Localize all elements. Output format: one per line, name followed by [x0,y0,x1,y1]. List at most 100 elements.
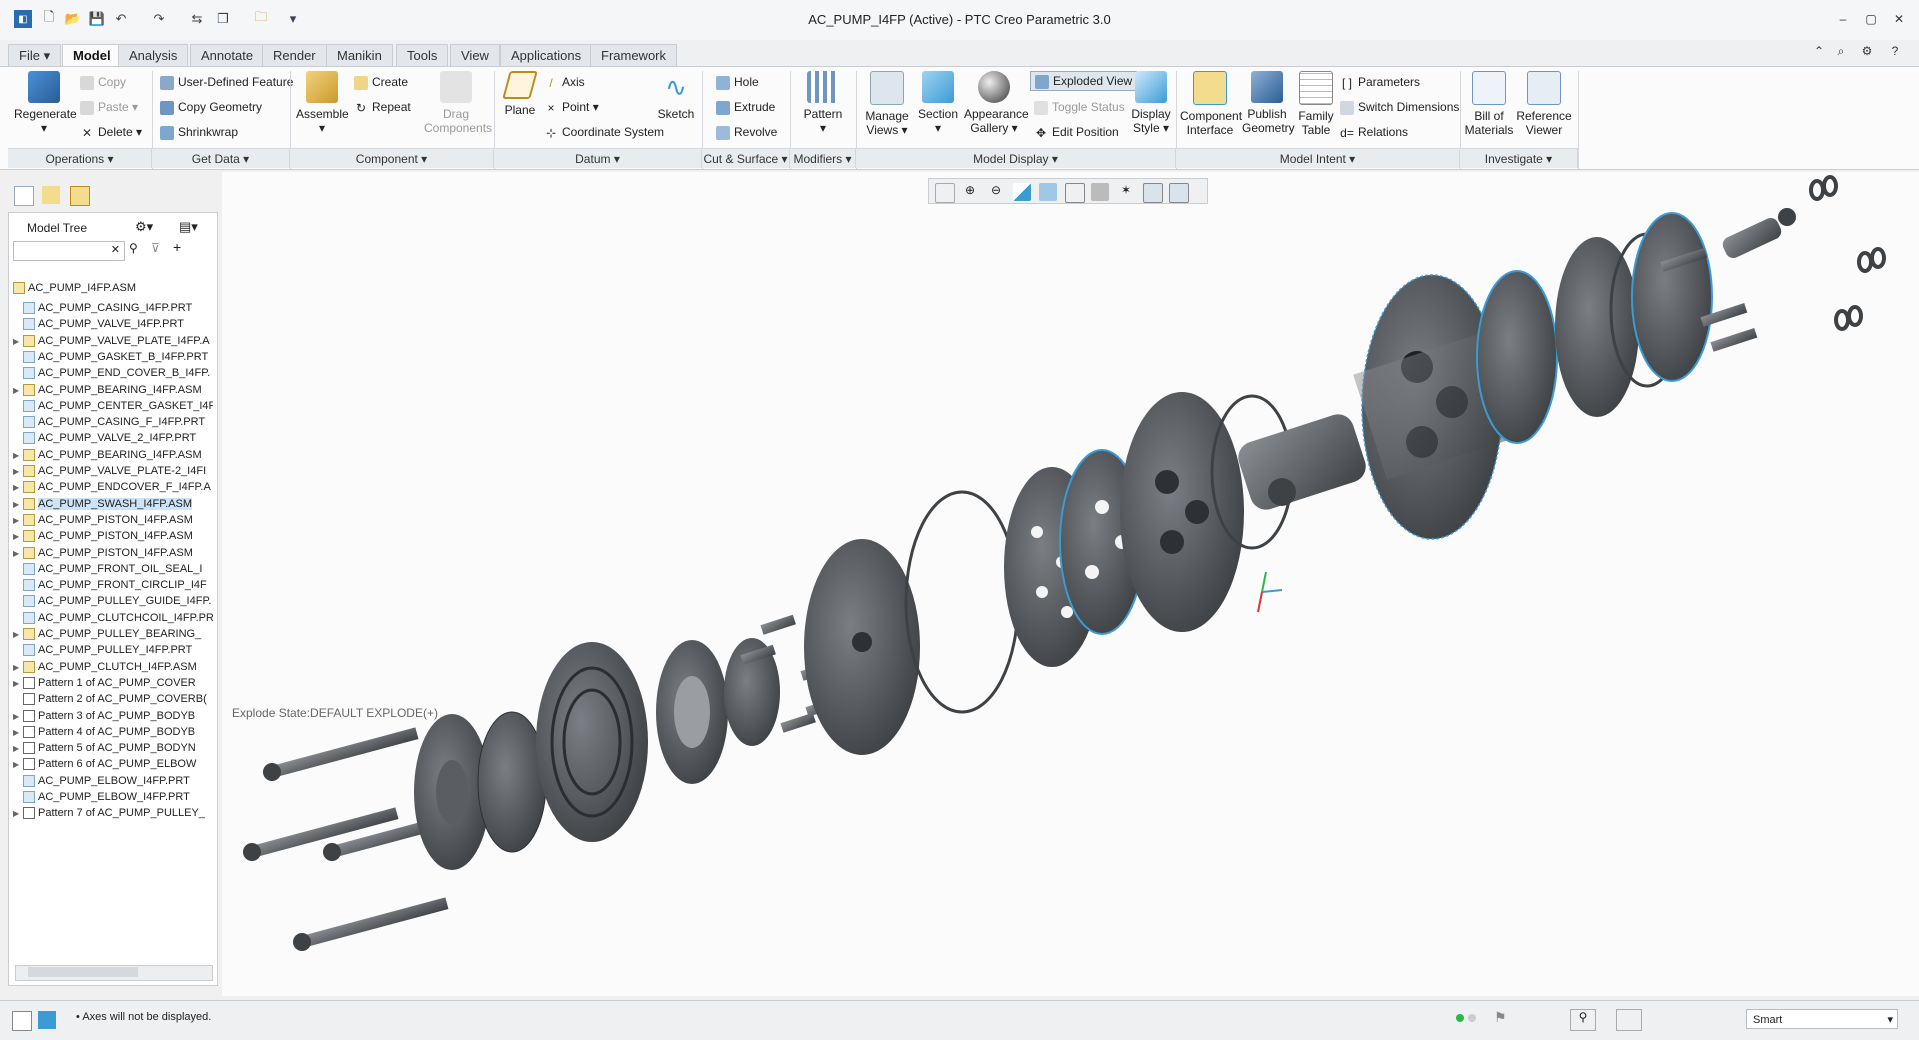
favorites-tab-icon[interactable] [70,186,90,206]
exploded-assembly-view[interactable] [222,172,1919,996]
collapse-ribbon-icon[interactable]: ⌃ [1808,44,1830,60]
exploded-view-button[interactable]: Exploded View [1030,71,1138,91]
refit-icon[interactable] [935,183,955,203]
settings-icon[interactable]: ⚙ [1856,44,1878,60]
create-button[interactable]: Create [354,73,408,91]
tree-item[interactable]: ▶ Pattern 4 of AC_PUMP_BODYB [13,723,213,741]
tab-model[interactable]: Model [62,44,122,66]
group-model-intent[interactable]: Model Intent ▾ [1176,148,1460,168]
switch-dimensions-button[interactable]: Switch Dimensions [1340,98,1459,116]
tree-item[interactable]: ▶ AC_PUMP_CLUTCH_I4FP.ASM [13,658,213,676]
tree-item[interactable]: AC_PUMP_GASKET_B_I4FP.PRT [13,348,213,366]
tree-item[interactable]: Pattern 2 of AC_PUMP_COVERB( [13,690,213,708]
manage-views-button[interactable]: Manage Views ▾ [862,71,912,137]
search-icon[interactable]: ⌕ [1830,44,1852,60]
tree-item[interactable]: ▶ Pattern 1 of AC_PUMP_COVER [13,674,213,692]
tree-item[interactable]: ▶ Pattern 6 of AC_PUMP_ELBOW [13,755,213,773]
graphics-area[interactable]: Explode State:DEFAULT EXPLODE(+) [222,172,1919,996]
tree-horizontal-scrollbar[interactable] [15,965,213,981]
tree-item[interactable]: AC_PUMP_CLUTCHCOIL_I4FP.PR [13,609,213,627]
parameters-button[interactable]: [ ] Parameters [1340,73,1420,91]
coordinate-system-button[interactable]: ⊹ Coordinate System [544,123,664,141]
tree-item[interactable]: AC_PUMP_CASING_F_I4FP.PRT [13,413,213,431]
tree-item[interactable]: AC_PUMP_ELBOW_I4FP.PRT [13,788,213,806]
close-icon[interactable]: ✕ [1888,12,1910,28]
filter-icon[interactable]: ⊽ [151,241,160,255]
revolve-button[interactable]: Revolve [716,123,777,141]
tree-item[interactable]: AC_PUMP_PULLEY_GUIDE_I4FP. [13,592,213,610]
elbow-fittings-group[interactable] [1720,208,1796,261]
minimize-icon[interactable]: – [1832,12,1854,28]
reference-viewer-button[interactable]: Reference Viewer [1516,71,1572,137]
tree-search-input[interactable] [14,242,106,258]
tree-item[interactable]: AC_PUMP_FRONT_CIRCLIP_I4F [13,576,213,594]
hole-button[interactable]: Hole [716,73,759,91]
tab-annotate[interactable]: Annotate [190,44,265,66]
o-rings-group[interactable] [1809,175,1886,331]
group-component[interactable]: Component ▾ [290,148,494,168]
tree-item[interactable]: ▶ AC_PUMP_BEARING_I4FP.ASM [13,446,213,464]
repaint-icon[interactable] [1013,183,1031,201]
tree-item[interactable]: ▶ AC_PUMP_PULLEY_BEARING_ [13,625,213,643]
component-interface-button[interactable]: Component Interface [1180,71,1242,137]
edit-position-button[interactable]: ✥ Edit Position [1034,123,1119,141]
group-operations[interactable]: Operations ▾ [8,148,152,168]
tab-framework[interactable]: Framework [590,44,678,66]
swash-plate-assembly[interactable] [1234,410,1370,514]
toggle-browser-icon[interactable] [38,1011,56,1029]
drag-components-button[interactable]: Drag Components [424,71,492,135]
point-button[interactable]: × Point ▾ [544,98,598,116]
tree-item[interactable]: ▶ AC_PUMP_SWASH_I4FP.ASM [13,495,213,513]
find-icon[interactable]: ⚲ [1570,1009,1596,1031]
group-investigate[interactable]: Investigate ▾ [1460,148,1578,168]
axis-button[interactable]: / Axis [544,73,584,91]
delete-button[interactable]: ✕ Delete ▾ [80,123,142,141]
tree-item[interactable]: AC_PUMP_FRONT_OIL_SEAL_I [13,560,213,578]
group-datum[interactable]: Datum ▾ [494,148,702,168]
saved-orientations-icon[interactable] [1065,183,1085,203]
tree-item[interactable]: ▶ Pattern 7 of AC_PUMP_PULLEY_ [13,804,213,822]
tab-tools[interactable]: Tools [396,44,449,66]
datum-display-icon[interactable]: ✶ [1117,183,1135,201]
display-style-icon[interactable] [1039,183,1057,201]
tree-item[interactable]: ▶ AC_PUMP_PISTON_I4FP.ASM [13,527,213,545]
relations-button[interactable]: d= Relations [1340,123,1408,141]
sketch-button[interactable]: ∿ Sketch [656,71,696,121]
tree-item[interactable]: ▶ AC_PUMP_VALVE_PLATE-2_I4FI [13,462,213,480]
group-modifiers[interactable]: Modifiers ▾ [790,148,856,168]
repeat-button[interactable]: ↻ Repeat [354,98,411,116]
publish-geometry-button[interactable]: Publish Geometry [1242,71,1295,135]
group-get-data[interactable]: Get Data ▾ [152,148,290,168]
tree-item[interactable]: AC_PUMP_CASING_I4FP.PRT [13,299,213,317]
pattern-button[interactable]: Pattern ▾ [800,71,846,135]
tree-item[interactable]: ▶ AC_PUMP_VALVE_PLATE_I4FP.A [13,332,213,350]
section-button[interactable]: Section ▾ [916,71,960,135]
group-cut-surface[interactable]: Cut & Surface ▾ [702,148,790,168]
display-style-button[interactable]: Display Style ▾ [1130,71,1172,135]
tree-item[interactable]: ▶ Pattern 5 of AC_PUMP_BODYN [13,739,213,757]
tab-view[interactable]: View [450,44,500,66]
find-binoculars-icon[interactable]: ⚲ [129,241,138,255]
family-table-button[interactable]: Family Table [1296,71,1336,137]
tree-item[interactable]: ▶ AC_PUMP_PISTON_I4FP.ASM [13,511,213,529]
assemble-button[interactable]: Assemble ▾ [296,71,349,135]
expand-arrow-icon[interactable]: ▶ [13,805,23,822]
tree-root[interactable]: AC_PUMP_I4FP.ASM [13,279,213,297]
view-manager-icon[interactable] [1091,183,1109,201]
copy-button[interactable]: Copy [80,73,126,91]
zoom-in-icon[interactable]: ⊕ [961,183,979,201]
tree-item[interactable]: ▶ AC_PUMP_ENDCOVER_F_I4FP.A [13,478,213,496]
tree-item[interactable]: ▶ Pattern 3 of AC_PUMP_BODYB [13,707,213,725]
tree-item[interactable]: AC_PUMP_PULLEY_I4FP.PRT [13,641,213,659]
scrollbar-thumb[interactable] [28,967,138,977]
extrude-button[interactable]: Extrude [716,98,775,116]
zoom-out-icon[interactable]: ⊖ [987,183,1005,201]
shrinkwrap-button[interactable]: Shrinkwrap [160,123,238,141]
clear-search-icon[interactable]: ✕ [111,243,120,256]
tree-item[interactable]: AC_PUMP_ELBOW_I4FP.PRT [13,772,213,790]
tree-settings-icon[interactable]: ⚙▾ [135,219,153,235]
help-icon[interactable]: ? [1884,44,1906,60]
group-model-display[interactable]: Model Display ▾ [856,148,1176,168]
toggle-status-button[interactable]: Toggle Status [1034,98,1125,116]
add-icon[interactable]: + [173,239,181,255]
